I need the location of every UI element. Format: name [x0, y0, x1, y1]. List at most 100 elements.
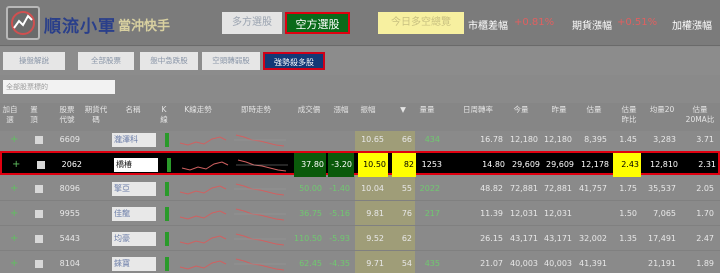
col-ma20[interactable]: 均量20 [646, 105, 678, 115]
stock-filter-select[interactable]: 全部股票標的 [3, 80, 115, 94]
ma20-cell: 17,491 [648, 234, 676, 243]
stock-name[interactable]: 佳龍 [112, 207, 156, 221]
pin-checkbox[interactable] [35, 210, 43, 218]
tab-weakening[interactable]: 空頭轉弱股 [202, 52, 260, 70]
est-vol-cell: 8,395 [584, 135, 607, 144]
add-watch-icon[interactable]: + [10, 128, 18, 152]
multi-select-tab[interactable]: 多方選股 [222, 12, 282, 34]
futures-value: +0.51% [617, 17, 658, 28]
col-turnover[interactable]: 日周轉率 [458, 105, 498, 115]
today-vol-cell: 43,171 [510, 234, 538, 243]
stock-name[interactable]: 橋椿 [114, 158, 158, 172]
ma20-cell: 21,191 [648, 259, 676, 268]
today-vol-cell: 12,180 [510, 135, 538, 144]
stock-name[interactable]: 瀧澤科 [112, 133, 156, 147]
stock-code: 8104 [59, 259, 80, 268]
k-bar-icon [162, 205, 172, 225]
table-row[interactable]: + 橋椿 2062 37.80 -3.20 10.50 82 1253 14.80 29,609 2… [0, 151, 720, 177]
col-add-watch[interactable]: 加自選 [2, 105, 18, 125]
table-header: 加自選 置頂 股票代號 期貨代碼 名稱 K線 K線走勢 即時走勢 成交價 漲幅 … [0, 103, 720, 131]
app-name: 順流小軍 [44, 17, 116, 37]
table-row[interactable]: + 佳龍 9955 36.75 -5.16 9.81 76 217 11.39 12,031 12,… [0, 202, 720, 226]
pin-checkbox[interactable] [35, 235, 43, 243]
col-amplitude[interactable]: 振幅 [357, 105, 379, 115]
ma20-ratio-cell: 1.70 [696, 209, 714, 218]
add-watch-icon[interactable]: + [12, 153, 20, 177]
price-cell: 50.00 [299, 184, 322, 193]
col-today-vol[interactable]: 今量 [510, 105, 532, 115]
turnover-cell: 21.07 [480, 259, 503, 268]
ma20-ratio-cell: 2.05 [696, 184, 714, 193]
stock-name[interactable]: 擎亞 [112, 182, 156, 196]
change-cell: -5.93 [329, 234, 350, 243]
yesterday-vol-cell: 43,171 [544, 234, 572, 243]
k-bar-icon [162, 180, 172, 200]
col-est-vol[interactable]: 估量 [583, 105, 605, 115]
col-pin[interactable]: 置頂 [27, 105, 41, 125]
est-ratio-cell: 1.50 [619, 209, 637, 218]
today-overview-button[interactable]: 今日多空總覽 [378, 12, 464, 34]
table-row[interactable]: + 均豪 5443 110.50 -5.93 9.52 62 26.15 43,171 43,17… [0, 227, 720, 251]
add-watch-icon[interactable]: + [10, 252, 18, 273]
tab-strong-kill[interactable]: 強勢殺多股 [263, 52, 325, 70]
amplitude-cell: 9.52 [366, 234, 384, 243]
col-price[interactable]: 成交價 [293, 105, 325, 115]
volume-ratio-cell: 1253 [421, 160, 442, 169]
col-est-ratio[interactable]: 估量昨比 [618, 105, 640, 125]
k-bar-icon [162, 230, 172, 250]
table-row[interactable]: + 擎亞 8096 50.00 -1.40 10.04 55 2022 48.82 72,881 7… [0, 177, 720, 201]
k-bar-icon [162, 255, 172, 273]
tab-sharp-drop[interactable]: 盤中急跌股 [140, 52, 198, 70]
realtime-chart [234, 230, 286, 250]
tab-explanation[interactable]: 操盤解說 [3, 52, 65, 70]
pin-checkbox[interactable] [35, 260, 43, 268]
today-vol-cell: 72,881 [510, 184, 538, 193]
stock-name[interactable]: 錸寶 [112, 257, 156, 271]
tab-all-stocks[interactable]: 全部股票 [78, 52, 134, 70]
col-volume-ratio[interactable]: 量量 [416, 105, 438, 115]
realtime-chart [234, 205, 286, 225]
amplitude-cell: 9.81 [366, 209, 384, 218]
est-vol-cell: 12,178 [581, 160, 609, 169]
volume-ratio-cell [416, 227, 442, 251]
pin-checkbox[interactable] [37, 161, 45, 169]
table-row[interactable]: + 錸寶 8104 62.45 -4.35 9.71 54 435 21.07 40,003 40,… [0, 252, 720, 273]
est-ratio-cell [611, 252, 639, 273]
score-cell: 54 [401, 259, 412, 268]
est-ratio-cell: 1.45 [619, 135, 637, 144]
col-name[interactable]: 名稱 [122, 105, 144, 115]
col-k[interactable]: K線 [160, 105, 168, 125]
col-k-trend[interactable]: K線走勢 [178, 105, 218, 115]
strategy-tab-bar: 操盤解說 全部股票 盤中急跌股 空頭轉弱股 強勢殺多股 [0, 47, 720, 75]
add-watch-icon[interactable]: + [10, 227, 18, 251]
col-code[interactable]: 股票代號 [56, 105, 78, 125]
add-watch-icon[interactable]: + [10, 202, 18, 226]
est-vol-cell: 32,002 [579, 234, 607, 243]
col-change[interactable]: 漲幅 [330, 105, 352, 115]
pin-checkbox[interactable] [35, 136, 43, 144]
col-ma20-ratio[interactable]: 估量20MA比 [684, 105, 716, 125]
yesterday-vol-cell: 12,180 [544, 135, 572, 144]
yesterday-vol-cell: 29,609 [546, 160, 574, 169]
volume-ratio-cell: 2022 [419, 184, 440, 193]
today-vol-cell: 29,609 [512, 160, 540, 169]
turnover-cell: 14.80 [482, 160, 505, 169]
ma20-ratio-cell: 1.89 [696, 259, 714, 268]
col-futures-code[interactable]: 期貨代碼 [84, 105, 108, 125]
ma20-ratio-cell: 2.47 [696, 234, 714, 243]
yesterday-vol-cell: 40,003 [544, 259, 572, 268]
table-row[interactable]: + 瀧澤科 6609 10.65 66 434 16.78 12,180 12,180 8,395… [0, 128, 720, 152]
k-trend-chart [178, 205, 228, 225]
today-vol-cell: 40,003 [510, 259, 538, 268]
short-select-tab[interactable]: 空方選股 [285, 12, 350, 34]
stock-name[interactable]: 均豪 [112, 232, 156, 246]
k-trend-chart [178, 131, 228, 151]
yesterday-vol-cell: 12,031 [544, 209, 572, 218]
ma20-cell: 3,283 [653, 135, 676, 144]
col-realtime[interactable]: 即時走勢 [236, 105, 276, 115]
add-watch-icon[interactable]: + [10, 177, 18, 201]
col-sort[interactable]: ▼ [392, 105, 414, 115]
amplitude-cell: 10.04 [361, 184, 384, 193]
col-yesterday-vol[interactable]: 昨量 [548, 105, 570, 115]
pin-checkbox[interactable] [35, 185, 43, 193]
